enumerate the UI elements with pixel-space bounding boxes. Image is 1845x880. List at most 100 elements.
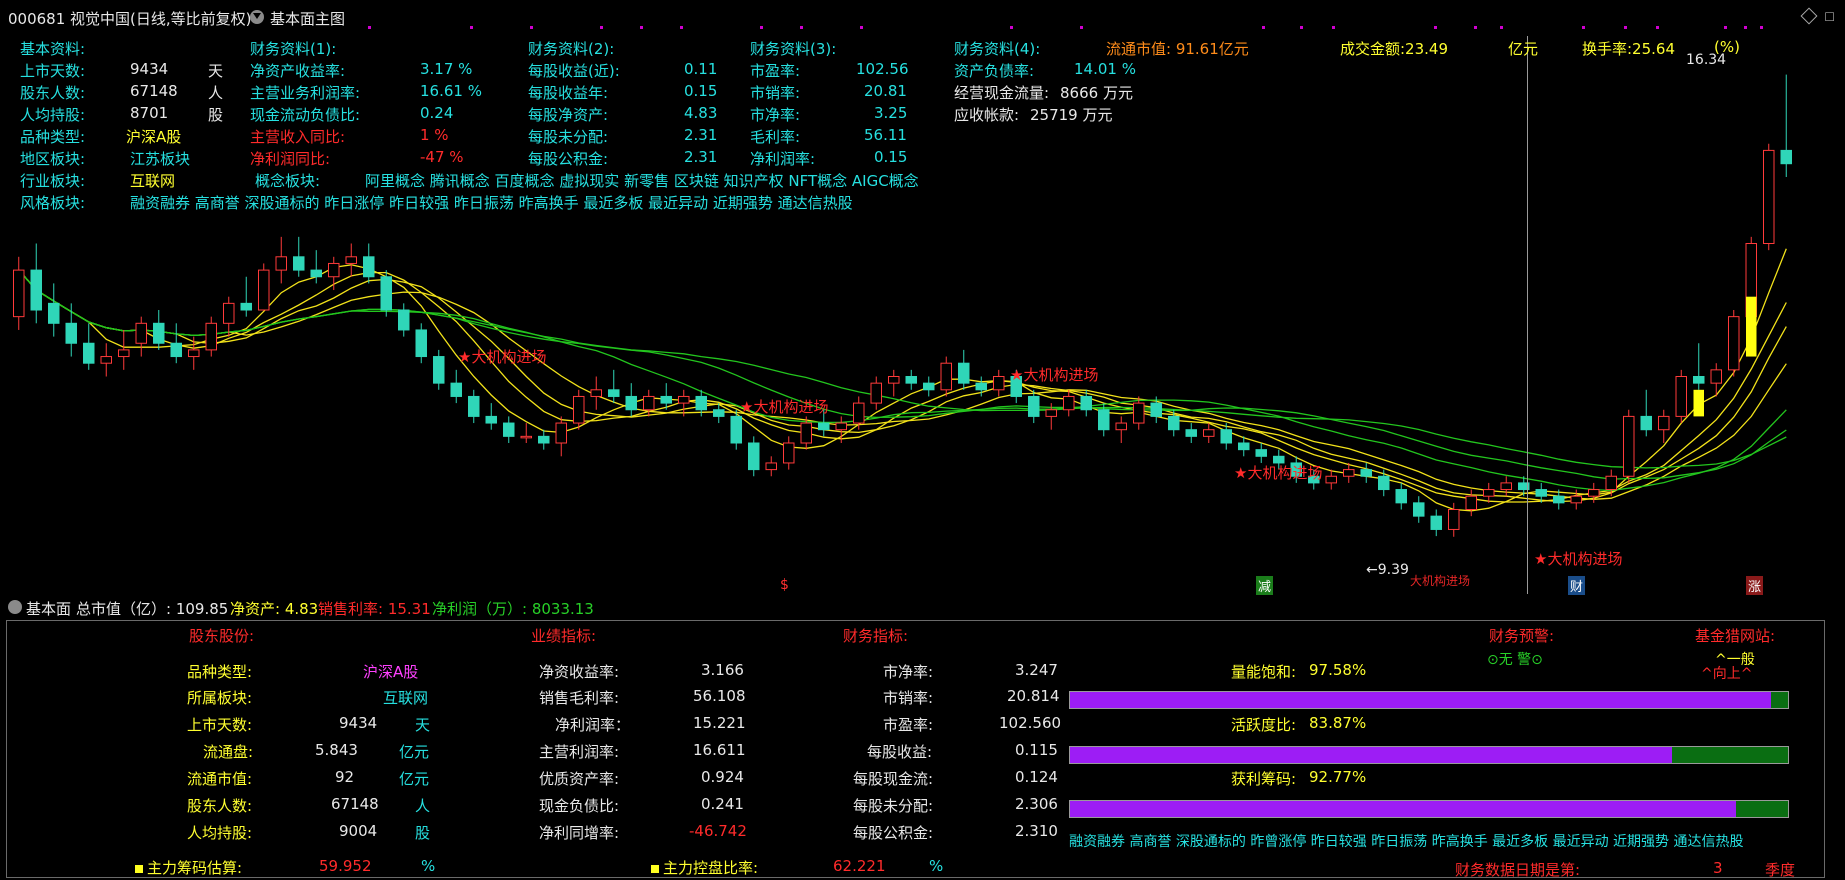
candle[interactable] [1675, 369, 1687, 424]
candle[interactable] [590, 376, 602, 410]
candle[interactable] [1255, 443, 1267, 463]
candle[interactable] [293, 236, 305, 277]
candle[interactable] [83, 323, 95, 370]
candle[interactable] [30, 243, 42, 324]
candle[interactable] [555, 416, 567, 457]
candle[interactable] [223, 296, 235, 337]
candle[interactable] [1693, 343, 1705, 390]
candle[interactable] [1028, 389, 1040, 424]
bar-fill [1070, 801, 1737, 817]
control-label: 主力控盘比率: [651, 857, 758, 878]
candle[interactable] [345, 243, 357, 277]
candle[interactable] [48, 283, 60, 337]
candle[interactable] [205, 316, 217, 357]
eps-year-label: 每股收益年: [528, 84, 609, 102]
event-marker[interactable]: 涨 [1746, 576, 1764, 595]
candle[interactable] [1325, 469, 1337, 490]
candle[interactable] [1395, 482, 1407, 510]
candle-body [1238, 442, 1250, 451]
candle[interactable] [328, 256, 340, 291]
candle-body [958, 362, 970, 384]
chart-label[interactable]: 基本面主图 [270, 8, 345, 29]
candle[interactable] [765, 456, 777, 477]
candle[interactable] [1780, 74, 1792, 177]
candle[interactable] [573, 389, 585, 430]
candle[interactable] [1185, 423, 1197, 443]
candle[interactable] [1483, 482, 1495, 503]
event-marker[interactable]: 减 [1256, 576, 1274, 595]
candle[interactable] [940, 356, 952, 397]
candle[interactable] [450, 369, 462, 404]
candle[interactable] [993, 369, 1005, 397]
candle[interactable] [1623, 409, 1635, 483]
candle-body [415, 329, 427, 358]
candle[interactable] [13, 256, 25, 330]
candle[interactable] [1500, 476, 1512, 497]
candle[interactable] [1658, 409, 1670, 443]
candle[interactable] [153, 310, 165, 350]
candle[interactable] [380, 270, 392, 317]
candle[interactable] [608, 369, 620, 404]
candle[interactable] [1203, 423, 1215, 443]
candle[interactable] [905, 369, 917, 390]
candle[interactable] [520, 423, 532, 443]
candle[interactable] [1763, 143, 1775, 251]
net-margin: 销售利率: 15.31 [318, 600, 431, 618]
region-value: 江苏板块 [130, 150, 191, 168]
type-value: 沪深A股 [126, 128, 182, 146]
ma-line-ma90 [18, 269, 1787, 480]
candle[interactable] [65, 303, 77, 357]
chevron-down-icon[interactable] [8, 600, 22, 614]
candle[interactable] [468, 389, 480, 424]
candle[interactable] [1360, 462, 1372, 483]
shareholders-value: 67148 [130, 82, 178, 100]
candle[interactable] [118, 329, 130, 370]
candle[interactable] [1413, 496, 1425, 523]
candle[interactable] [1430, 509, 1442, 537]
candle[interactable] [1728, 310, 1740, 377]
candle[interactable] [503, 416, 515, 443]
candle[interactable] [923, 376, 935, 397]
candle-body [1430, 515, 1442, 530]
candle-body [398, 309, 410, 331]
candle[interactable] [100, 343, 112, 377]
candle[interactable] [1063, 389, 1075, 417]
candle[interactable] [398, 303, 410, 337]
menu-icon[interactable]: ☐ [1824, 10, 1835, 24]
candle[interactable] [625, 383, 637, 417]
candle[interactable] [415, 323, 427, 364]
candle[interactable] [135, 316, 147, 357]
chevron-down-icon[interactable] [250, 10, 264, 24]
candle-body [573, 395, 585, 424]
candle[interactable] [870, 376, 882, 410]
candle[interactable] [258, 263, 270, 311]
candle[interactable] [240, 276, 252, 317]
candle[interactable] [275, 236, 287, 284]
candle[interactable] [1570, 489, 1582, 510]
candle[interactable] [748, 436, 760, 477]
candle[interactable] [433, 349, 445, 390]
candle[interactable] [958, 349, 970, 390]
candle[interactable] [1465, 489, 1477, 517]
warning-status: ⊙无 警⊙ [1487, 652, 1543, 668]
main-chip-label-text: 主力筹码估算: [147, 859, 243, 877]
candle-body [590, 389, 602, 397]
candle[interactable] [363, 243, 375, 284]
candle[interactable] [1588, 482, 1600, 503]
candle[interactable] [1115, 416, 1127, 443]
event-marker[interactable]: 财 [1568, 576, 1586, 595]
sub-label[interactable]: 基本面 [26, 598, 71, 619]
diamond-icon[interactable] [1800, 7, 1818, 25]
bar-fill [1070, 747, 1673, 763]
candle-body [503, 422, 515, 437]
candle[interactable] [783, 436, 795, 470]
candle-body [748, 442, 760, 471]
candle[interactable] [888, 369, 900, 397]
candle[interactable] [1640, 389, 1652, 437]
candle[interactable] [485, 403, 497, 430]
event-marker[interactable]: $ [780, 577, 789, 593]
candle[interactable] [170, 323, 182, 364]
candle[interactable] [538, 429, 550, 450]
candle[interactable] [1378, 469, 1390, 497]
candle-body [835, 422, 847, 431]
